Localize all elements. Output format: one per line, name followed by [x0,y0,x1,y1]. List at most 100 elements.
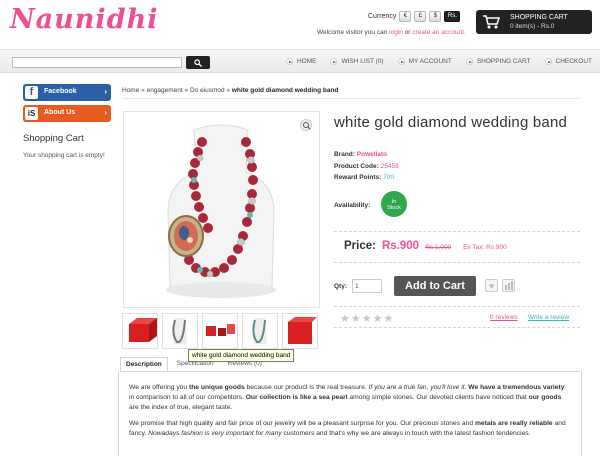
description-text: Nowadays fashion is very important for m… [148,430,282,437]
arrow-bullet-icon [285,58,293,65]
arrow-bullet-icon [330,58,338,65]
red-box-image [288,317,317,344]
description-paragraph-1: We are offering you the unique goods bec… [129,383,571,413]
thumbnail-tooltip: white gold diamond wedding band [188,349,295,362]
qty-input[interactable]: 1 [352,279,382,293]
nav-my-account[interactable]: MY ACCOUNT [397,58,452,65]
nav-shopping-cart[interactable]: SHOPPING CART [465,58,531,65]
search-input[interactable] [12,57,182,68]
description-paragraph-2: We promise that high quality and fair pr… [129,419,571,439]
arrow-bullet-icon [397,58,405,65]
breadcrumb-engagement[interactable]: engagement [147,87,183,94]
add-to-cart-button[interactable]: Add to Cart [394,276,476,296]
description-text: among simple stones. Our devoted clients… [347,394,529,401]
reward-points-row: Reward Points: 700 [334,174,394,181]
login-link[interactable]: login [389,29,403,36]
breadcrumb: Home » engagement » Do eiusmod » white g… [122,87,339,94]
divider [334,231,580,232]
thumbnail-red-box[interactable] [122,313,158,349]
product-code-value: 25459 [380,163,399,170]
nav-label: MY ACCOUNT [408,58,452,65]
currency-label: Currency [368,13,397,20]
compare-icon[interactable] [502,279,515,292]
tab-description[interactable]: Description [120,357,168,372]
brand-link[interactable]: Powellato [357,151,387,158]
currency-euro-button[interactable]: € [399,11,412,22]
breadcrumb-current: white gold diamond wedding band [231,87,339,94]
availability-label: Availability: [334,202,371,209]
nav-checkout[interactable]: CHECKOUT [544,58,592,65]
header: Naunidhi Currency € £ $ Rs. Welcome visi… [0,0,600,46]
about-us-icon: iS [25,107,38,120]
description-text: in comparison to all of our competitors. [129,394,246,401]
breadcrumb-home[interactable]: Home [122,87,139,94]
about-us-button[interactable]: iS About Us › [23,105,111,122]
description-text: metals are really reliable [474,420,553,427]
description-text: We are offering you [129,384,189,391]
cart-icon [483,15,500,29]
facebook-label: Facebook [44,88,77,95]
currency-selector: Currency € £ $ Rs. [368,11,461,22]
product-main-image[interactable] [123,111,320,308]
product-code-row: Product Code: 25459 [334,163,399,170]
description-panel: We are offering you the unique goods bec… [118,371,582,456]
sidebar-cart-empty: Your shopping cart is empty! [23,152,105,159]
description-text: Our collection is like a sea pearl [245,394,348,401]
red-box-image [129,318,157,342]
price-old: Rs.1,000 [425,244,452,251]
product-code-label: Product Code: [334,163,379,170]
description-text: customers and that's why we are always i… [281,430,531,437]
review-bar: ★★★★★ 0 reviews Write a review [334,306,580,328]
facebook-icon: f [25,86,38,99]
sidebar-cart-title: Shopping Cart [23,133,84,144]
description-text: because our product is the real treasure… [244,384,369,391]
price-label: Price: [344,240,376,252]
description-text: the unique goods [188,384,245,391]
necklace-thumb-image [172,318,187,344]
zoom-icon[interactable] [300,119,312,131]
thumbnail-necklace-2[interactable] [242,313,278,349]
stock-badge-line2: Stock [387,205,401,211]
thumbnail-red-box-2[interactable] [282,313,318,349]
bar-chart-icon [505,281,513,290]
description-text: If you are a true fan, you'll love it. [368,384,467,391]
thumbnail-necklace[interactable] [162,313,198,349]
site-logo[interactable]: Naunidhi [10,4,158,35]
nav-label: SHOPPING CART [476,58,531,65]
rating-stars-icon: ★★★★★ [340,313,395,325]
necklace-image [166,124,276,298]
currency-dollar-button[interactable]: $ [429,11,442,22]
currency-pound-button[interactable]: £ [414,11,427,22]
cart-title: SHOPPING CART [510,14,568,21]
facebook-button[interactable]: f Facebook › [23,84,111,101]
chevron-right-icon: › [104,87,107,96]
create-account-link[interactable]: create an account. [412,29,465,36]
breadcrumb-category[interactable]: Do eiusmod [190,87,225,94]
brand-label: Brand: [334,151,355,158]
qty-label: Qty: [334,283,347,290]
price-block: Price: Rs.900 Rs.1,000 Ex Tax: Rs.900 [344,240,507,252]
chevron-right-icon: › [104,108,107,117]
welcome-text: Welcome visitor you can [317,29,388,36]
description-text: We have a tremendous variety [466,384,565,391]
nav-label: HOME [296,58,317,65]
search-button[interactable] [186,56,210,69]
reward-points-value: 700 [383,174,394,181]
currency-rupee-button[interactable]: Rs. [444,11,461,22]
nav-label: WISH LIST (0) [341,58,384,65]
price-new: Rs.900 [381,240,420,252]
write-review-link[interactable]: Write a review [528,314,569,321]
thumbnail-red-bracelet[interactable] [202,313,238,349]
necklace-thumb-image [252,318,267,344]
header-cart-button[interactable]: SHOPPING CART 0 item(s) - Rs.0 [476,10,592,34]
description-text: We promise that high quality and fair pr… [129,420,475,427]
reward-points-label: Reward Points: [334,174,382,181]
nav-home[interactable]: HOME [285,58,317,65]
arrow-bullet-icon [544,58,552,65]
nav-wishlist[interactable]: WISH LIST (0) [330,58,384,65]
nav-label: CHECKOUT [555,58,592,65]
wishlist-heart-icon[interactable]: ♥ [485,279,498,292]
divider [122,98,580,99]
reviews-link[interactable]: 0 reviews [490,314,517,321]
brand-row: Brand: Powellato [334,151,387,158]
